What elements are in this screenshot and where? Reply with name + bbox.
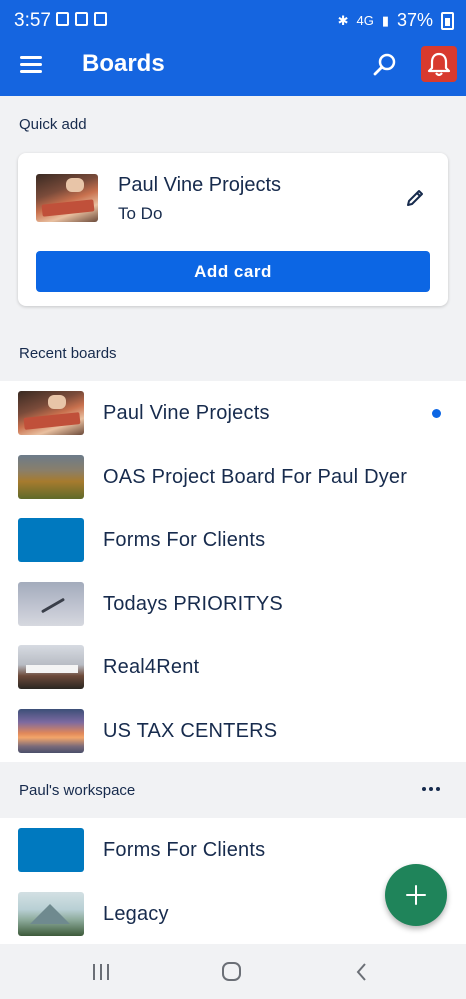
battery-icon (441, 11, 454, 30)
app-bar: Boards (0, 40, 466, 96)
bluetooth-icon: ✱ (337, 12, 349, 28)
more-options-icon[interactable] (422, 781, 446, 797)
trello-notification-icon (56, 12, 69, 26)
board-row[interactable]: Todays PRIORITYS (0, 572, 466, 636)
add-fab-button[interactable] (385, 864, 447, 926)
quick-add-board-name: Paul Vine Projects (118, 174, 282, 196)
quick-add-board-thumbnail (36, 174, 98, 222)
unread-indicator (432, 409, 441, 418)
quick-add-list-name: To Do (118, 204, 163, 223)
board-name: Legacy (103, 902, 169, 925)
back-button[interactable] (348, 958, 378, 986)
top-bar: 3:57 ✱ 4G ▮ 37% Boards (0, 0, 466, 96)
status-time: 3:57 (14, 10, 51, 31)
menu-icon[interactable] (20, 54, 44, 74)
add-card-button[interactable]: Add card (36, 251, 430, 292)
board-thumbnail (18, 518, 84, 562)
search-icon[interactable] (372, 52, 398, 78)
home-button[interactable] (217, 958, 247, 986)
battery-percent: 37% (396, 10, 433, 30)
board-thumbnail (18, 581, 84, 626)
board-thumbnail (18, 454, 84, 499)
page-title: Boards (82, 50, 165, 77)
board-thumbnail (18, 645, 84, 689)
workspace-header: Paul's workspace (0, 762, 466, 818)
lock-notification-icon (75, 12, 88, 26)
status-bar: 3:57 ✱ 4G ▮ 37% (0, 0, 466, 40)
notification-icons (56, 12, 107, 26)
quick-add-card: Paul Vine Projects To Do Add card (18, 153, 448, 306)
board-thumbnail (18, 708, 84, 753)
notifications-button[interactable] (421, 46, 457, 82)
board-thumbnail (18, 828, 84, 872)
board-name: OAS Project Board For Paul Dyer (103, 465, 408, 488)
board-name: Paul Vine Projects (103, 402, 270, 424)
bell-icon (427, 52, 451, 77)
board-row[interactable]: US TAX CENTERS (0, 699, 466, 763)
board-thumbnail (18, 391, 84, 435)
recent-boards-list: Paul Vine Projects OAS Project Board For… (0, 381, 466, 762)
status-right: ✱ 4G ▮ 37% (338, 10, 454, 31)
board-row[interactable]: Forms For Clients (0, 508, 466, 572)
board-row[interactable]: Real4Rent (0, 635, 466, 699)
board-name: Forms For Clients (103, 529, 266, 551)
edit-icon[interactable] (404, 187, 426, 209)
recent-boards-label: Recent boards (19, 345, 117, 362)
signal-icon: ▮ (381, 12, 389, 28)
app-notification-icon (94, 12, 107, 26)
workspace-name: Paul's workspace (19, 782, 136, 799)
board-name: Forms For Clients (103, 839, 266, 861)
recents-button[interactable] (86, 958, 116, 986)
network-type: 4G (356, 13, 374, 28)
board-row[interactable]: OAS Project Board For Paul Dyer (0, 445, 466, 509)
system-nav-bar (0, 944, 466, 999)
board-name: US TAX CENTERS (103, 719, 278, 742)
quick-add-label: Quick add (19, 116, 87, 133)
board-row[interactable]: Paul Vine Projects (0, 381, 466, 445)
board-name: Todays PRIORITYS (103, 592, 283, 615)
board-name: Real4Rent (103, 656, 200, 678)
board-thumbnail (18, 891, 84, 936)
